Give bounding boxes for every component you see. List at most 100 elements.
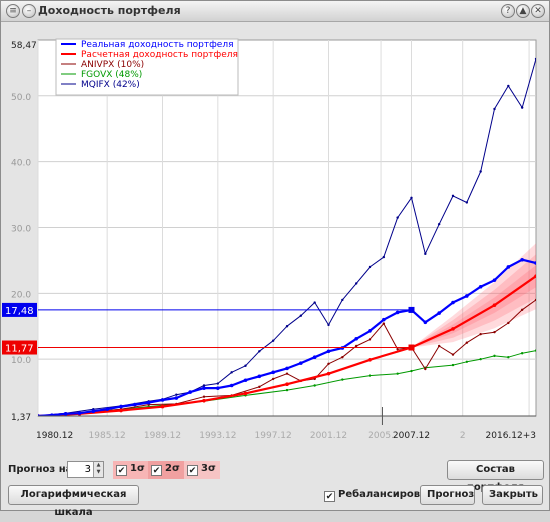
forecast-controls: Прогноз на: ▲ ▼ ✔1σ ✔2σ ✔3σ Состав портф… (8, 460, 548, 480)
series-point (286, 389, 288, 391)
spin-down-icon[interactable]: ▼ (94, 469, 103, 476)
window-title: Доходность портфеля (38, 4, 181, 17)
series-point (175, 396, 179, 400)
series-point (64, 412, 68, 416)
checkbox-check-icon: ✔ (324, 491, 335, 502)
series-point (327, 349, 331, 353)
portfolio-composition-button[interactable]: Состав портфеля (447, 460, 544, 480)
series-point (521, 352, 523, 354)
series-point (396, 216, 398, 218)
series-point (188, 390, 192, 394)
close-button[interactable]: Закрыть (482, 485, 543, 505)
series-point (230, 384, 234, 388)
x-tick-label: 1993.12 (199, 431, 236, 441)
close-icon[interactable]: ✕ (531, 4, 545, 18)
x-tick-label: 1985.12 (89, 431, 126, 441)
checkbox-check-icon: ✔ (116, 465, 127, 476)
sigma-2-checkbox[interactable]: ✔2σ (148, 461, 184, 479)
series-point (507, 265, 511, 269)
series-point (217, 382, 219, 384)
series-point (382, 318, 386, 322)
portfolio-yield-window: ≡ – Доходность портфеля ? ▲ ✕ 17,48 11,77… (0, 0, 550, 511)
checkbox-check-icon: ✔ (151, 465, 162, 476)
series-point (244, 365, 246, 367)
x-tick-label: 2016.12+3 (486, 431, 536, 441)
legend-entry-label: FGOVX (48%) (81, 70, 142, 80)
chart-legend: Реальная доходность портфеляРасчетная до… (56, 39, 238, 95)
series-point (286, 372, 288, 374)
y-marker-label: 17,48 (5, 306, 34, 317)
series-point (271, 371, 275, 375)
sigma-1-checkbox[interactable]: ✔1σ (113, 461, 149, 479)
series-point (327, 363, 329, 365)
series-point (285, 367, 289, 371)
legend-entry-label: Реальная доходность портфеля (81, 40, 234, 50)
y-tick-label: 40.0 (11, 159, 31, 169)
series-point (383, 322, 385, 324)
series-point (230, 371, 232, 373)
x-tick-label: 2001.12 (310, 431, 347, 441)
forecast-years-input[interactable] (68, 462, 93, 477)
y-tick-label: 1,37 (11, 413, 31, 423)
series-point (161, 398, 165, 402)
series-point (369, 374, 371, 376)
legend-entry-label: MQIFX (42%) (81, 80, 140, 90)
series-point (410, 197, 412, 199)
legend-entry-label: Расчетная доходность портфеля (81, 50, 238, 60)
series-point (244, 378, 248, 382)
series-point (479, 285, 483, 289)
series-point (313, 384, 315, 386)
series-point (520, 258, 524, 262)
series-point (535, 349, 537, 351)
app-menu-icon[interactable]: ≡ (6, 4, 20, 18)
series-point (258, 386, 260, 388)
forecast-button[interactable]: Прогноз (420, 485, 475, 505)
series-point (368, 358, 372, 362)
series-point (438, 345, 440, 347)
spin-up-icon[interactable]: ▲ (94, 462, 103, 469)
forecast-years-spinner[interactable]: ▲ ▼ (67, 461, 104, 478)
checkbox-check-icon: ✔ (187, 465, 198, 476)
series-point (383, 256, 385, 258)
series-point (147, 401, 151, 405)
series-point (493, 303, 497, 307)
series-point (507, 322, 509, 324)
series-point (202, 399, 206, 403)
series-point (78, 411, 82, 415)
series-point (92, 409, 96, 413)
series-point (493, 355, 495, 357)
series-point (341, 378, 343, 380)
y-tick-label: 58,47 (11, 41, 37, 51)
x-tick-label: 2007.12 (393, 431, 430, 441)
x-tick-label: 1989.12 (144, 431, 181, 441)
series-point (341, 299, 343, 301)
series-point (465, 294, 469, 298)
x-tick-label: 2005. (368, 431, 394, 441)
window-menu-icon[interactable]: – (22, 4, 36, 18)
series-point (521, 309, 523, 311)
series-point (424, 320, 428, 324)
series-point (452, 364, 454, 366)
series-point (507, 85, 509, 87)
series-point (466, 361, 468, 363)
maximize-icon[interactable]: ▲ (516, 4, 530, 18)
series-point (119, 405, 123, 409)
y-marker-label: 11,77 (5, 344, 34, 355)
series-point (341, 356, 343, 358)
series-point (437, 311, 441, 315)
series-point (299, 361, 303, 365)
marker-square (409, 307, 415, 313)
x-tick-label: 1980.12 (36, 431, 73, 441)
log-scale-button[interactable]: Логарифмическая шкала (8, 485, 139, 505)
series-point (452, 353, 454, 355)
portfolio-yield-chart: 17,4811,771,3710.020.030.040.050.058,471… (1, 27, 550, 452)
series-point (521, 106, 523, 108)
series-point (534, 261, 538, 265)
series-point (493, 278, 497, 282)
series-point (300, 315, 302, 317)
sigma-3-checkbox[interactable]: ✔3σ (184, 461, 220, 479)
help-icon[interactable]: ? (501, 4, 515, 18)
series-point (479, 358, 481, 360)
series-point (258, 350, 260, 352)
series-point (244, 392, 248, 396)
